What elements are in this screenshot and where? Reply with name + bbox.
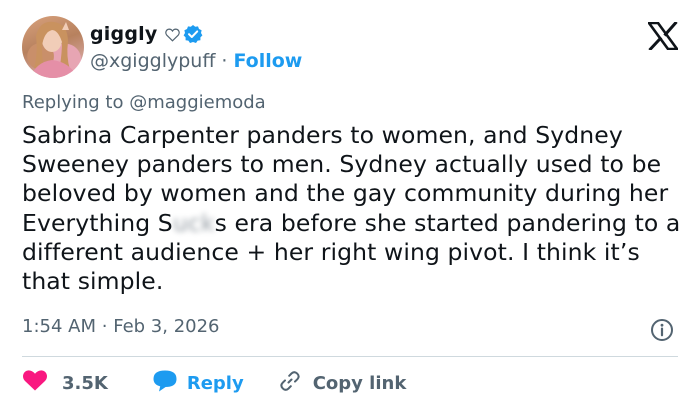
display-name[interactable]: giggly xyxy=(90,23,157,45)
reply-label: Reply xyxy=(186,372,244,394)
tweet-card: giggly @xgigglypuff · Follow Replying to… xyxy=(0,0,700,410)
heart-outline-icon xyxy=(165,27,181,42)
handle-separator: · xyxy=(221,50,228,72)
link-icon xyxy=(278,369,302,398)
copy-link-label: Copy link xyxy=(312,372,407,394)
replying-to-prefix: Replying to xyxy=(22,92,124,113)
tweet-time: 1:54 AM xyxy=(22,316,96,337)
x-logo-icon[interactable] xyxy=(646,20,680,52)
follow-button[interactable]: Follow xyxy=(233,50,302,72)
reply-button[interactable]: Reply xyxy=(152,369,244,398)
tweet-header: giggly @xgigglypuff · Follow xyxy=(22,16,680,80)
tweet-date: Feb 3, 2026 xyxy=(113,316,220,337)
timestamp-separator: · xyxy=(101,316,108,337)
copy-link-button[interactable]: Copy link xyxy=(278,369,407,398)
user-info: giggly @xgigglypuff · Follow xyxy=(90,20,302,74)
action-bar: 3.5K Reply Copy link xyxy=(22,369,406,397)
heart-filled-icon xyxy=(22,369,48,397)
tweet-timestamp[interactable]: 1:54 AM · Feb 3, 2026 xyxy=(22,316,220,337)
speech-bubble-icon xyxy=(152,369,178,398)
handle-row: @xgigglypuff · Follow xyxy=(90,48,302,74)
verified-badge-icon xyxy=(183,24,203,44)
like-count: 3.5K xyxy=(62,372,108,394)
name-row: giggly xyxy=(90,20,302,48)
redacted-text: uck xyxy=(172,208,215,237)
info-icon[interactable] xyxy=(650,318,674,342)
replying-to: Replying to @maggiemoda xyxy=(22,92,266,113)
like-button[interactable]: 3.5K xyxy=(22,369,108,397)
divider xyxy=(22,356,678,357)
tweet-text: Sabrina Carpenter panders to women, and … xyxy=(22,121,686,296)
user-handle[interactable]: @xgigglypuff xyxy=(90,50,215,72)
avatar[interactable] xyxy=(22,16,84,78)
replying-to-mention[interactable]: @maggiemoda xyxy=(129,92,266,113)
